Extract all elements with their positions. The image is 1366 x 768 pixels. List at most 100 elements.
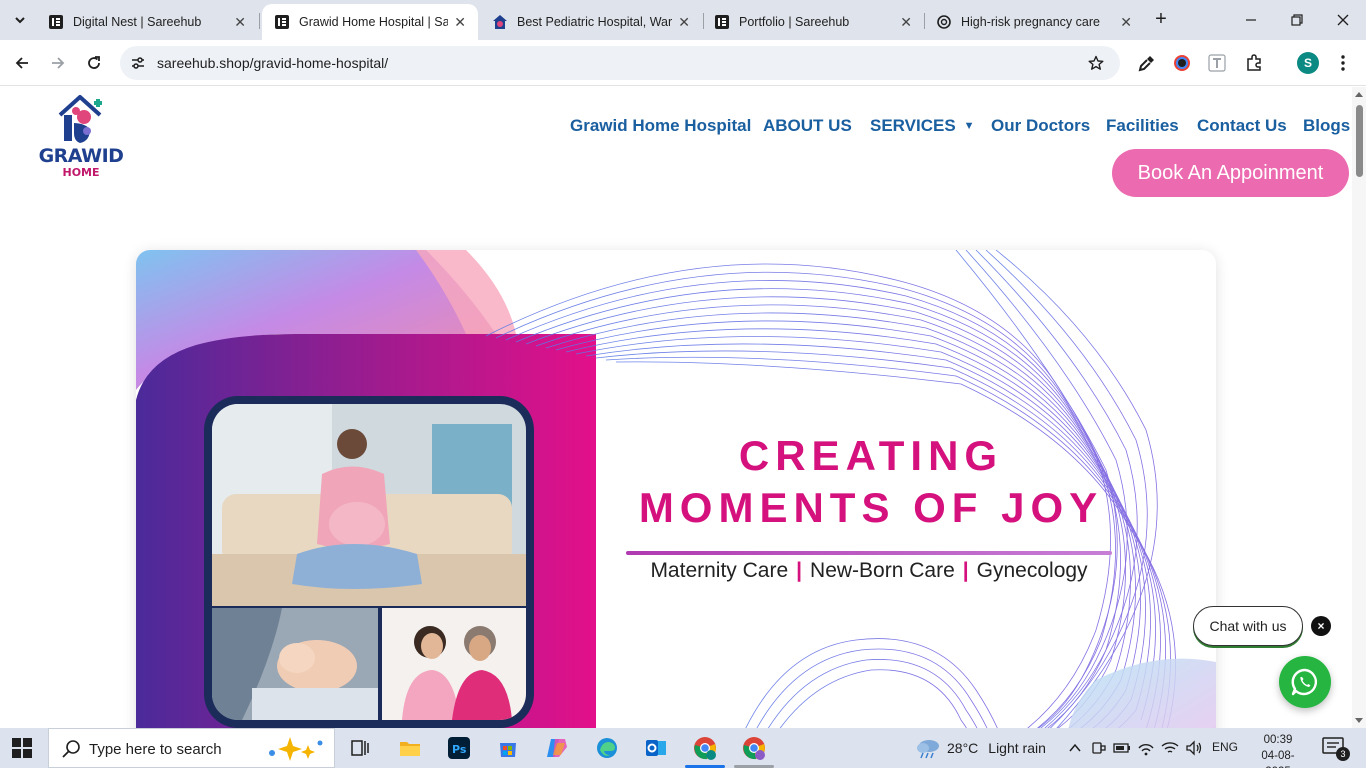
notification-center-button[interactable]: 3 — [1322, 737, 1350, 761]
close-icon[interactable]: ✕ — [678, 14, 690, 31]
chat-close-button[interactable]: × — [1311, 616, 1331, 636]
clock-date: 04-08-2025 — [1261, 750, 1295, 768]
logo-mark-icon — [58, 95, 102, 143]
banner-services: Maternity Care | New-Born Care | Gynecology — [626, 559, 1112, 583]
photo-mother-daughter — [382, 608, 526, 720]
font-extension-icon[interactable] — [1206, 52, 1228, 74]
scroll-down-arrow-icon[interactable] — [1355, 718, 1363, 723]
service-separator: | — [962, 559, 969, 582]
site-settings-icon[interactable] — [128, 53, 148, 73]
back-button[interactable] — [10, 51, 34, 75]
service-newborn: New-Born Care — [810, 559, 955, 582]
new-tab-button[interactable]: + — [1150, 8, 1172, 30]
url-text[interactable]: sareehub.shop/gravid-home-hospital/ — [157, 55, 388, 71]
svg-text:Ps: Ps — [452, 743, 467, 756]
nav-our-doctors[interactable]: Our Doctors — [991, 116, 1090, 136]
color-extension-icon[interactable] — [1171, 52, 1193, 74]
page-scrollbar[interactable] — [1352, 87, 1366, 728]
puzzle-extensions-icon[interactable] — [1243, 52, 1265, 74]
chevron-down-icon — [15, 17, 25, 24]
outlook-icon[interactable] — [644, 736, 668, 760]
banner-headline: CREATING MOMENTS OF JOY — [616, 430, 1126, 534]
whatsapp-chat-button[interactable] — [1279, 656, 1331, 708]
meet-now-icon[interactable] — [1089, 738, 1109, 758]
tab-title: Best Pediatric Hospital, Warangal — [517, 15, 673, 29]
restore-icon — [1291, 14, 1303, 26]
chrome-profile-2-icon[interactable] — [742, 736, 766, 760]
rain-cloud-icon — [917, 740, 939, 759]
nav-grawid-home-hospital[interactable]: Grawid Home Hospital — [570, 116, 751, 136]
tab-title: High-risk pregnancy care — [961, 15, 1100, 29]
hero-banner: CREATING MOMENTS OF JOY Maternity Care | N… — [136, 250, 1216, 728]
forward-button[interactable] — [46, 51, 70, 75]
tab-title: Grawid Home Hospital | Sareehub — [299, 15, 449, 29]
nav-facilities[interactable]: Facilities — [1106, 116, 1179, 136]
book-appointment-button[interactable]: Book An Appoinment — [1112, 149, 1349, 197]
network-status-icon[interactable] — [1136, 738, 1156, 758]
copilot-icon[interactable] — [545, 736, 569, 760]
chevron-down-icon: ▼ — [963, 120, 975, 132]
chrome-profile-icon[interactable] — [693, 736, 717, 760]
windows-taskbar: Type here to search Ps 28°C Light rain E… — [0, 728, 1366, 768]
tab-separator — [259, 13, 260, 29]
whatsapp-icon — [1291, 668, 1318, 696]
minimize-icon — [1246, 19, 1256, 21]
elementor-icon — [714, 14, 730, 30]
windows-logo-icon — [12, 738, 32, 758]
elementor-icon — [48, 14, 64, 30]
nav-about-us[interactable]: ABOUT US — [763, 116, 852, 136]
edge-browser-icon[interactable] — [595, 736, 619, 760]
bookmark-star-icon[interactable] — [1086, 53, 1106, 73]
close-icon[interactable]: ✕ — [900, 14, 912, 31]
scroll-up-arrow-icon[interactable] — [1355, 92, 1363, 97]
minimize-button[interactable] — [1228, 0, 1274, 40]
tray-overflow-chevron-icon[interactable] — [1065, 738, 1085, 758]
photoshop-icon[interactable]: Ps — [447, 736, 471, 760]
service-separator: | — [796, 559, 803, 582]
profile-avatar[interactable]: S — [1297, 52, 1319, 74]
task-view-icon[interactable] — [348, 736, 372, 760]
taskbar-search-box[interactable]: Type here to search — [48, 728, 335, 768]
wifi-icon[interactable] — [1160, 738, 1180, 758]
tab-pediatric-hospital[interactable]: Best Pediatric Hospital, Warangal ✕ — [480, 4, 702, 40]
address-bar[interactable]: sareehub.shop/gravid-home-hospital/ — [120, 46, 1120, 80]
elementor-icon — [274, 14, 290, 30]
site-logo[interactable]: GRAWID HOME — [36, 93, 128, 179]
photo-pregnant-woman — [212, 404, 526, 606]
tab-digital-nest[interactable]: Digital Nest | Sareehub ✕ — [36, 4, 258, 40]
chat-with-us-bubble[interactable]: Chat with us — [1193, 606, 1303, 646]
scrollbar-thumb[interactable] — [1356, 105, 1363, 177]
microsoft-store-icon[interactable] — [496, 736, 520, 760]
nav-blogs[interactable]: Blogs — [1303, 116, 1350, 136]
browser-toolbar: sareehub.shop/gravid-home-hospital/ S — [0, 40, 1366, 86]
input-language[interactable]: ENG — [1212, 740, 1238, 754]
arrow-left-icon — [15, 57, 28, 69]
logo-wordmark: GRAWID — [38, 145, 124, 167]
tab-high-risk-pregnancy[interactable]: High-risk pregnancy care ✕ — [924, 4, 1144, 40]
weather-widget[interactable]: 28°C Light rain — [915, 736, 1046, 760]
file-explorer-icon[interactable] — [398, 736, 422, 760]
close-icon[interactable]: ✕ — [454, 14, 466, 31]
windows-start-button[interactable] — [12, 738, 32, 758]
tab-search-button[interactable] — [8, 8, 32, 32]
close-icon[interactable]: ✕ — [1120, 14, 1132, 31]
battery-icon[interactable] — [1112, 738, 1132, 758]
restore-button[interactable] — [1274, 0, 1320, 40]
nav-contact-us[interactable]: Contact Us — [1197, 116, 1287, 136]
eyedropper-extension-icon[interactable] — [1136, 52, 1158, 74]
tab-portfolio[interactable]: Portfolio | Sareehub ✕ — [702, 4, 924, 40]
taskbar-clock[interactable]: 00:39 04-08-2025 — [1250, 732, 1306, 768]
nav-services[interactable]: SERVICES ▼ — [870, 116, 975, 136]
close-icon[interactable]: ✕ — [234, 14, 246, 31]
reload-button[interactable] — [82, 51, 106, 75]
tab-grawid-home-hospital[interactable]: Grawid Home Hospital | Sareehub ✕ — [262, 4, 478, 40]
close-window-button[interactable] — [1320, 0, 1366, 40]
volume-icon[interactable] — [1184, 738, 1204, 758]
weather-temperature: 28°C — [947, 740, 979, 756]
browser-menu-icon[interactable] — [1333, 52, 1353, 74]
search-icon — [61, 739, 81, 759]
headline-line-1: CREATING — [738, 432, 1004, 479]
openai-icon — [936, 14, 952, 30]
headline-line-2: MOMENTS OF JOY — [638, 484, 1104, 531]
close-icon — [1337, 14, 1349, 26]
